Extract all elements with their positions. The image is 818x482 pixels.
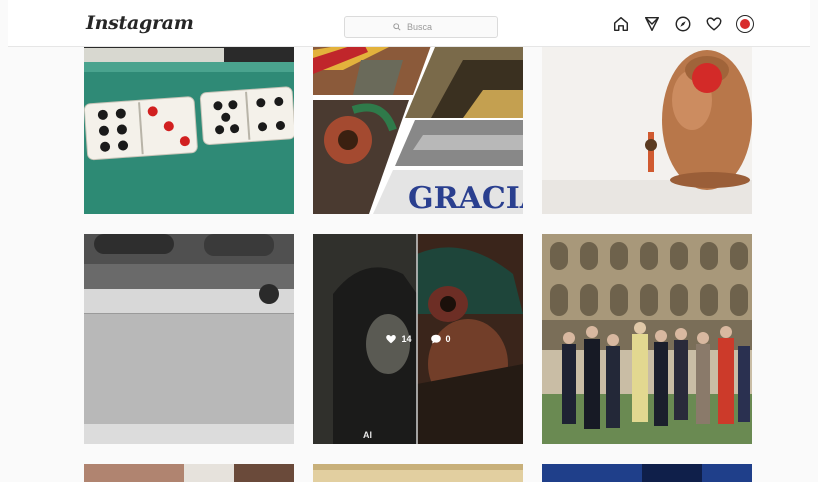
- courtyard-image: [542, 234, 752, 444]
- search-icon: [393, 23, 401, 31]
- collage-text: GRACIA: [408, 181, 523, 214]
- post-collage-gracias[interactable]: GRACIA: [313, 40, 523, 214]
- top-navigation-bar: Instagram: [8, 0, 810, 47]
- search-input[interactable]: [405, 21, 449, 33]
- avatar-image: [740, 19, 750, 29]
- search-box[interactable]: [344, 16, 498, 38]
- post-row3-middle[interactable]: [313, 464, 523, 482]
- heart-icon[interactable]: [705, 15, 723, 33]
- instagram-logo[interactable]: Instagram: [86, 12, 194, 34]
- explore-icon[interactable]: [674, 15, 692, 33]
- post-royal-courtyard[interactable]: [542, 234, 752, 444]
- vase-image: [542, 40, 752, 214]
- post-grayscale-ledge[interactable]: [84, 234, 294, 444]
- direct-icon[interactable]: [643, 15, 661, 33]
- post-row3-left[interactable]: [84, 464, 294, 482]
- dominoes-image: [84, 40, 294, 214]
- comment-icon: [430, 334, 441, 344]
- row3-middle-image: [313, 464, 523, 482]
- comments-stat: 0: [430, 333, 451, 345]
- post-split-portrait[interactable]: 14 0 Al: [313, 234, 523, 444]
- post-hover-overlay: 14 0: [313, 234, 523, 444]
- page-frame: Instagram Busca GRACI 14 0 Al: [8, 0, 810, 482]
- comments-count: 0: [445, 334, 451, 344]
- avatar[interactable]: [736, 15, 754, 33]
- row3-right-image: [542, 464, 752, 482]
- collage-image: GRACIA: [313, 40, 523, 214]
- heart-icon: [386, 334, 397, 344]
- row3-left-image: [84, 464, 294, 482]
- likes-count: 14: [401, 334, 412, 344]
- likes-stat: 14: [385, 333, 412, 345]
- post-caption: Al: [363, 430, 372, 440]
- post-dominoes[interactable]: [84, 40, 294, 214]
- grayscale-image: [84, 234, 294, 444]
- post-vase[interactable]: [542, 40, 752, 214]
- nav-icons: [612, 15, 754, 33]
- home-icon[interactable]: [612, 15, 630, 33]
- post-row3-right[interactable]: [542, 464, 752, 482]
